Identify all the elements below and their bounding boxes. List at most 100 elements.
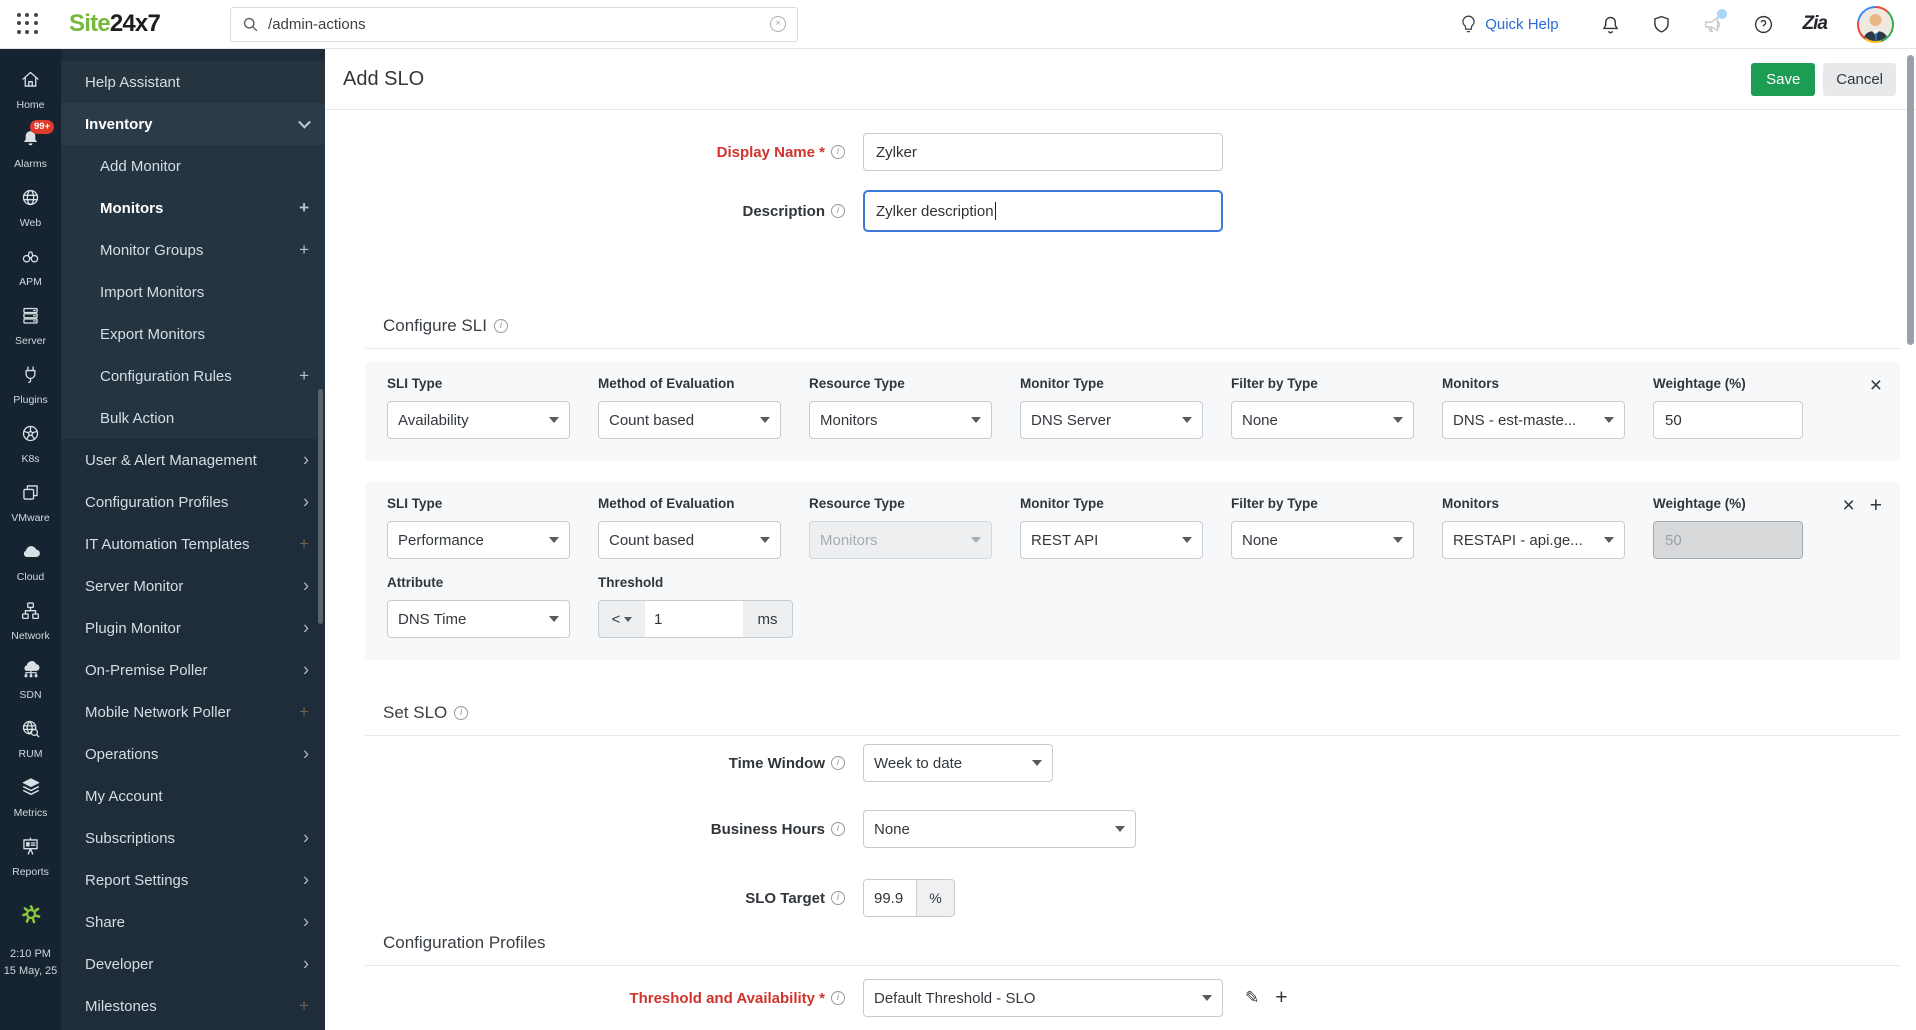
sidebar-item-milestones[interactable]: Milestones — [61, 985, 325, 1027]
weightage-field[interactable] — [1653, 401, 1803, 439]
sidebar-item-inventory[interactable]: Inventory — [61, 103, 325, 145]
rail-item-plugins[interactable]: Plugins — [0, 355, 61, 414]
sidebar-item-monitor-groups[interactable]: Monitor Groups — [61, 229, 325, 271]
sidebar-item-operations[interactable]: Operations — [61, 733, 325, 775]
chevron-right-icon — [303, 450, 309, 471]
rail-item-web[interactable]: Web — [0, 178, 61, 237]
plus-icon[interactable] — [299, 366, 309, 386]
monitor-type-select[interactable]: REST API — [1020, 521, 1203, 559]
business-hours-label: Business Hours — [325, 821, 845, 838]
info-icon[interactable] — [831, 822, 845, 836]
cancel-button[interactable]: Cancel — [1823, 62, 1896, 96]
notifications-bell-icon[interactable] — [1599, 12, 1623, 36]
method-of-evaluation-select[interactable]: Count based — [598, 401, 781, 439]
add-profile-icon[interactable] — [1275, 988, 1287, 1008]
plus-icon[interactable] — [299, 996, 309, 1016]
threshold-value-field[interactable] — [645, 601, 743, 637]
info-icon[interactable] — [454, 706, 469, 720]
plus-icon[interactable] — [299, 534, 309, 554]
zoho-gear-icon[interactable] — [19, 894, 43, 934]
display-name-field[interactable] — [863, 133, 1223, 171]
sidebar-item-mobile-network-poller[interactable]: Mobile Network Poller — [61, 691, 325, 733]
sidebar-item-monitors[interactable]: Monitors — [61, 187, 325, 229]
monitor-type-select[interactable]: DNS Server — [1020, 401, 1203, 439]
rail-item-rum[interactable]: RUM — [0, 709, 61, 768]
save-button[interactable]: Save — [1751, 62, 1816, 96]
attribute-select[interactable]: DNS Time — [387, 600, 570, 638]
announcements-megaphone-icon[interactable] — [1701, 9, 1727, 36]
site24x7-logo[interactable]: Site24x7 — [69, 10, 161, 38]
sidebar-item-report-settings[interactable]: Report Settings — [61, 859, 325, 901]
resource-type-select[interactable]: Monitors — [809, 401, 992, 439]
remove-sli-row-icon[interactable] — [1842, 496, 1854, 559]
slo-target-field[interactable] — [864, 880, 916, 916]
sidebar-scrollbar-thumb[interactable] — [318, 389, 323, 624]
rail-item-home[interactable]: Home — [0, 60, 61, 119]
filter-by-type-select[interactable]: None — [1231, 521, 1414, 559]
method-of-evaluation-select[interactable]: Count based — [598, 521, 781, 559]
monitors-select[interactable]: DNS - est-maste... — [1442, 401, 1625, 439]
sidebar-item-server-monitor[interactable]: Server Monitor — [61, 565, 325, 607]
sidebar-item-export-monitors[interactable]: Export Monitors — [61, 313, 325, 355]
sli-type-select[interactable]: Availability — [387, 401, 570, 439]
clear-search-icon[interactable] — [770, 16, 787, 32]
rail-item-metrics[interactable]: Metrics — [0, 768, 61, 827]
rail-item-apm[interactable]: APM — [0, 237, 61, 296]
chevron-down-icon — [1115, 826, 1125, 832]
sli-type-select[interactable]: Performance — [387, 521, 570, 559]
user-avatar[interactable] — [1857, 5, 1894, 43]
business-hours-select[interactable]: None — [863, 810, 1136, 848]
sidebar-item-add-monitor[interactable]: Add Monitor — [61, 145, 325, 187]
sidebar-item-my-account[interactable]: My Account — [61, 775, 325, 817]
filter-by-type-select[interactable]: None — [1231, 401, 1414, 439]
add-sli-row-icon[interactable] — [1870, 496, 1882, 559]
zia-icon[interactable]: Zia — [1803, 13, 1828, 35]
monitors-select[interactable]: RESTAPI - api.ge... — [1442, 521, 1625, 559]
sidebar-item-import-monitors[interactable]: Import Monitors — [61, 271, 325, 313]
sidebar-item-user-alert-management[interactable]: User & Alert Management — [61, 439, 325, 481]
rail-item-label: Metrics — [13, 807, 48, 819]
info-icon[interactable] — [831, 145, 845, 159]
sidebar-item-bulk-action[interactable]: Bulk Action — [61, 397, 325, 439]
rail-item-sdn[interactable]: SDN — [0, 650, 61, 709]
sidebar-item-configuration-profiles[interactable]: Configuration Profiles — [61, 481, 325, 523]
sidebar-item-label: Server Monitor — [85, 577, 184, 595]
sidebar-item-label: My Account — [85, 787, 163, 805]
main-scrollbar-thumb[interactable] — [1907, 55, 1914, 345]
plus-icon[interactable] — [299, 198, 309, 218]
rail-item-server[interactable]: Server — [0, 296, 61, 355]
rail-item-network[interactable]: Network — [0, 591, 61, 650]
time-window-select[interactable]: Week to date — [863, 744, 1053, 782]
sidebar-item-share[interactable]: Share — [61, 901, 325, 943]
sidebar-item-on-premise-poller[interactable]: On-Premise Poller — [61, 649, 325, 691]
sidebar-item-help-assistant[interactable]: Help Assistant — [61, 61, 325, 103]
rail-item-k8s[interactable]: K8s — [0, 414, 61, 473]
info-icon[interactable] — [831, 756, 845, 770]
threshold-profile-select[interactable]: Default Threshold - SLO — [863, 979, 1223, 1017]
sidebar-item-it-automation-templates[interactable]: IT Automation Templates — [61, 523, 325, 565]
rail-item-vmware[interactable]: VMware — [0, 473, 61, 532]
rail-item-cloud[interactable]: Cloud — [0, 532, 61, 591]
sidebar-item-plugin-monitor[interactable]: Plugin Monitor — [61, 607, 325, 649]
edit-profile-icon[interactable] — [1245, 988, 1259, 1008]
app-grid-icon[interactable] — [17, 13, 39, 35]
sidebar-item-subscriptions[interactable]: Subscriptions — [61, 817, 325, 859]
rail-item-reports[interactable]: Reports — [0, 827, 61, 886]
description-field[interactable]: Zylker description — [863, 190, 1223, 232]
info-icon[interactable] — [831, 204, 845, 218]
rail-item-alarms[interactable]: Alarms 99+ — [0, 119, 61, 178]
info-icon[interactable] — [493, 319, 508, 333]
help-icon[interactable] — [1752, 12, 1776, 36]
global-search-input[interactable]: /admin-actions — [230, 6, 799, 42]
chevron-down-icon — [1182, 417, 1192, 423]
info-icon[interactable] — [831, 991, 845, 1005]
quick-help-button[interactable]: Quick Help — [1459, 15, 1559, 34]
sidebar-item-configuration-rules[interactable]: Configuration Rules — [61, 355, 325, 397]
shield-icon[interactable] — [1650, 12, 1674, 36]
remove-sli-row-icon[interactable] — [1870, 376, 1882, 439]
sidebar-item-developer[interactable]: Developer — [61, 943, 325, 985]
info-icon[interactable] — [831, 891, 845, 905]
threshold-operator-select[interactable]: < — [599, 611, 645, 628]
plus-icon[interactable] — [299, 702, 309, 722]
plus-icon[interactable] — [299, 240, 309, 260]
